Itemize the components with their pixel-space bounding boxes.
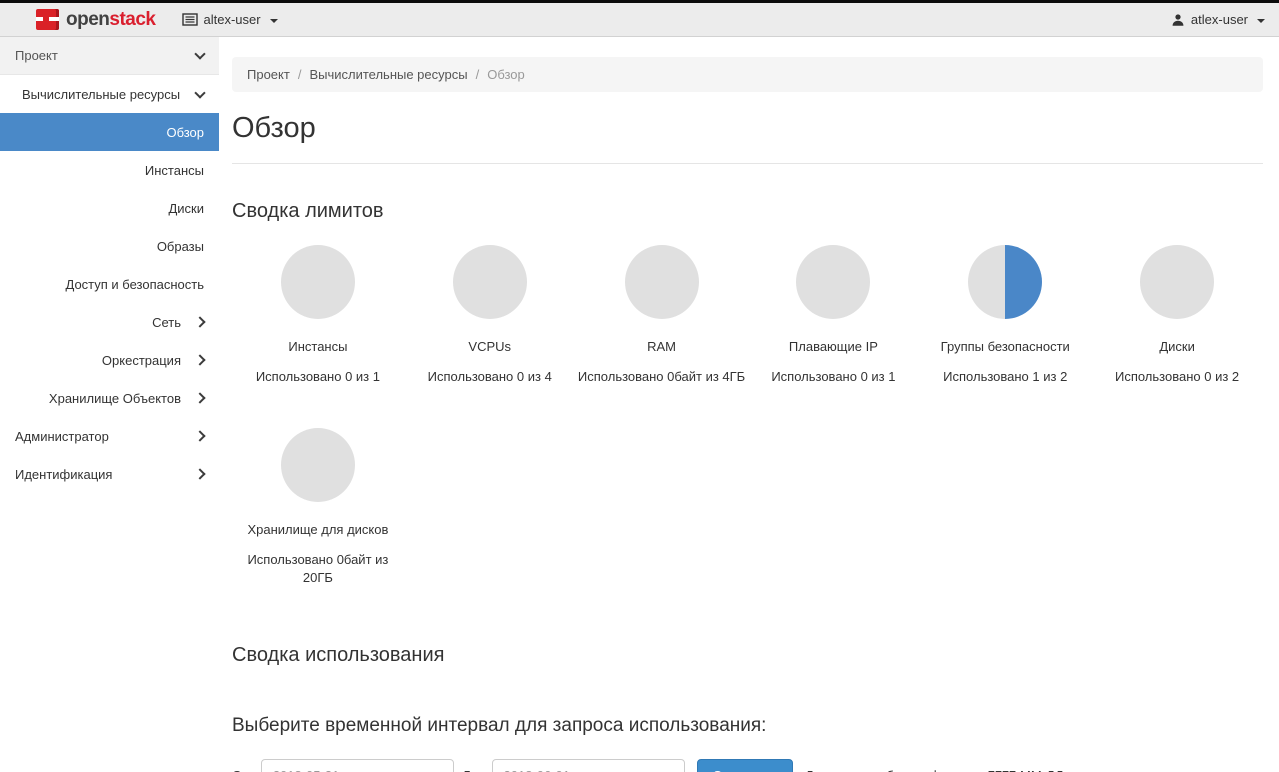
breadcrumb-link[interactable]: Проект [247, 67, 290, 82]
limit-chart-usage: Использовано 0 из 1 [234, 368, 402, 386]
date-to-input[interactable] [492, 759, 685, 772]
limit-chart-name: VCPUs [406, 339, 574, 354]
sidebar-item[interactable]: Образы [0, 227, 219, 265]
date-format-hint: Дата должна быть в формате ГГГГ-ММ-ДД. [805, 768, 1067, 772]
user-icon [1171, 13, 1185, 27]
chevron-icon [194, 48, 205, 59]
chevron-down-icon [270, 19, 278, 23]
sidebar-item-label: Обзор [166, 125, 204, 140]
limit-chart-name: Инстансы [234, 339, 402, 354]
limit-chart: RAM Использовано 0байт из 4ГБ [576, 237, 748, 394]
openstack-logo[interactable]: openstack [36, 9, 156, 31]
sidebar-item[interactable]: Доступ и безопасность [0, 265, 219, 303]
sidebar-item[interactable]: Проект [0, 37, 219, 75]
chevron-icon [194, 430, 205, 441]
limit-pie-chart [1140, 245, 1214, 319]
user-menu-dropdown[interactable]: atlex-user [1171, 12, 1265, 27]
sidebar-item[interactable]: Диски [0, 189, 219, 227]
limit-chart-usage: Использовано 0байт из 20ГБ [234, 551, 402, 587]
limit-chart-name: Хранилище для дисков [234, 522, 402, 537]
sidebar-item-label: Проект [15, 48, 58, 63]
limit-chart-usage: Использовано 1 из 2 [921, 368, 1089, 386]
chevron-icon [194, 316, 205, 327]
sidebar-item-label: Оркестрация [102, 353, 181, 368]
sidebar-item-label: Хранилище Объектов [49, 391, 181, 406]
breadcrumb-link[interactable]: Вычислительные ресурсы [309, 67, 467, 82]
sidebar-item-label: Сеть [152, 315, 181, 330]
date-from-label: От: [232, 768, 253, 772]
breadcrumb: Проект / Вычислительные ресурсы / Обзор … [232, 57, 1263, 92]
limit-chart-usage: Использовано 0 из 1 [749, 368, 917, 386]
sidebar-item[interactable]: Хранилище Объектов [0, 379, 219, 417]
sidebar-item[interactable]: Инстансы [0, 151, 219, 189]
sidebar-item-label: Инстансы [145, 163, 204, 178]
breadcrumb-link[interactable]: Обзор [487, 67, 525, 82]
sidebar-item-label: Диски [168, 201, 204, 216]
main-content: Проект / Вычислительные ресурсы / Обзор … [219, 37, 1279, 769]
limit-pie-chart [625, 245, 699, 319]
limit-chart-name: Группы безопасности [921, 339, 1089, 354]
limit-chart-usage: Использовано 0 из 4 [406, 368, 574, 386]
date-from-input[interactable] [261, 759, 454, 772]
sidebar-item[interactable]: Администратор [0, 417, 219, 455]
sidebar-item[interactable]: Сеть [0, 303, 219, 341]
usage-interval-form: От: До: Отправить Дата должна быть в фор… [232, 759, 1263, 772]
breadcrumb-item: Вычислительные ресурсы / [309, 67, 487, 82]
chevron-icon [194, 354, 205, 365]
breadcrumb-item: Проект / [247, 67, 309, 82]
project-list-icon [182, 12, 198, 27]
limit-chart-name: RAM [578, 339, 746, 354]
sidebar-item[interactable]: Идентификация [0, 455, 219, 493]
sidebar-item-label: Вычислительные ресурсы [22, 87, 180, 102]
limit-chart: VCPUs Использовано 0 из 4 [404, 237, 576, 394]
limit-summary-charts: Инстансы Использовано 0 из 1 VCPUs Испол… [232, 237, 1263, 596]
chevron-icon [194, 392, 205, 403]
sidebar-item-label: Образы [157, 239, 204, 254]
sidebar-item-label: Идентификация [15, 467, 112, 482]
interval-heading: Выберите временной интервал для запроса … [232, 715, 1263, 737]
limit-chart: Плавающие IP Использовано 0 из 1 [747, 237, 919, 394]
sidebar-item[interactable]: Обзор [0, 113, 219, 151]
limit-pie-chart [796, 245, 870, 319]
limit-pie-chart [453, 245, 527, 319]
limit-chart: Инстансы Использовано 0 из 1 [232, 237, 404, 394]
breadcrumb-separator: / [290, 67, 310, 82]
usage-summary-heading: Сводка использования [232, 644, 1263, 667]
project-selector-label: altex-user [204, 12, 261, 27]
sidebar-navigation: Проект Вычислительные ресурсы Обзор Инст… [0, 37, 219, 769]
page-title: Обзор [232, 112, 1263, 164]
limit-chart: Группы безопасности Использовано 1 из 2 [919, 237, 1091, 394]
limit-chart: Диски Использовано 0 из 2 [1091, 237, 1263, 394]
chevron-icon [194, 87, 205, 98]
limit-chart: Хранилище для дисков Использовано 0байт … [232, 420, 404, 595]
limit-pie-chart [968, 245, 1042, 319]
sidebar-item[interactable]: Вычислительные ресурсы [0, 75, 219, 113]
limit-chart-name: Плавающие IP [749, 339, 917, 354]
submit-button[interactable]: Отправить [697, 759, 793, 772]
openstack-cube-icon [36, 9, 59, 30]
limit-pie-chart [281, 245, 355, 319]
sidebar-item[interactable]: Оркестрация [0, 341, 219, 379]
limit-pie-chart [281, 428, 355, 502]
project-selector-dropdown[interactable]: altex-user [182, 12, 278, 27]
limit-summary-heading: Сводка лимитов [232, 200, 1263, 223]
sidebar-item-label: Администратор [15, 429, 109, 444]
limit-chart-usage: Использовано 0байт из 4ГБ [578, 368, 746, 386]
chevron-down-icon [1257, 19, 1265, 23]
chevron-icon [194, 468, 205, 479]
date-to-label: До: [462, 768, 484, 772]
openstack-wordmark: openstack [66, 9, 156, 31]
user-menu-label: atlex-user [1191, 12, 1248, 27]
limit-chart-usage: Использовано 0 из 2 [1093, 368, 1261, 386]
breadcrumb-item: Обзор / [487, 67, 525, 82]
limit-chart-name: Диски [1093, 339, 1261, 354]
sidebar-item-label: Доступ и безопасность [66, 277, 205, 292]
top-navbar: openstack altex-user atlex-user [0, 0, 1279, 37]
breadcrumb-separator: / [468, 67, 488, 82]
